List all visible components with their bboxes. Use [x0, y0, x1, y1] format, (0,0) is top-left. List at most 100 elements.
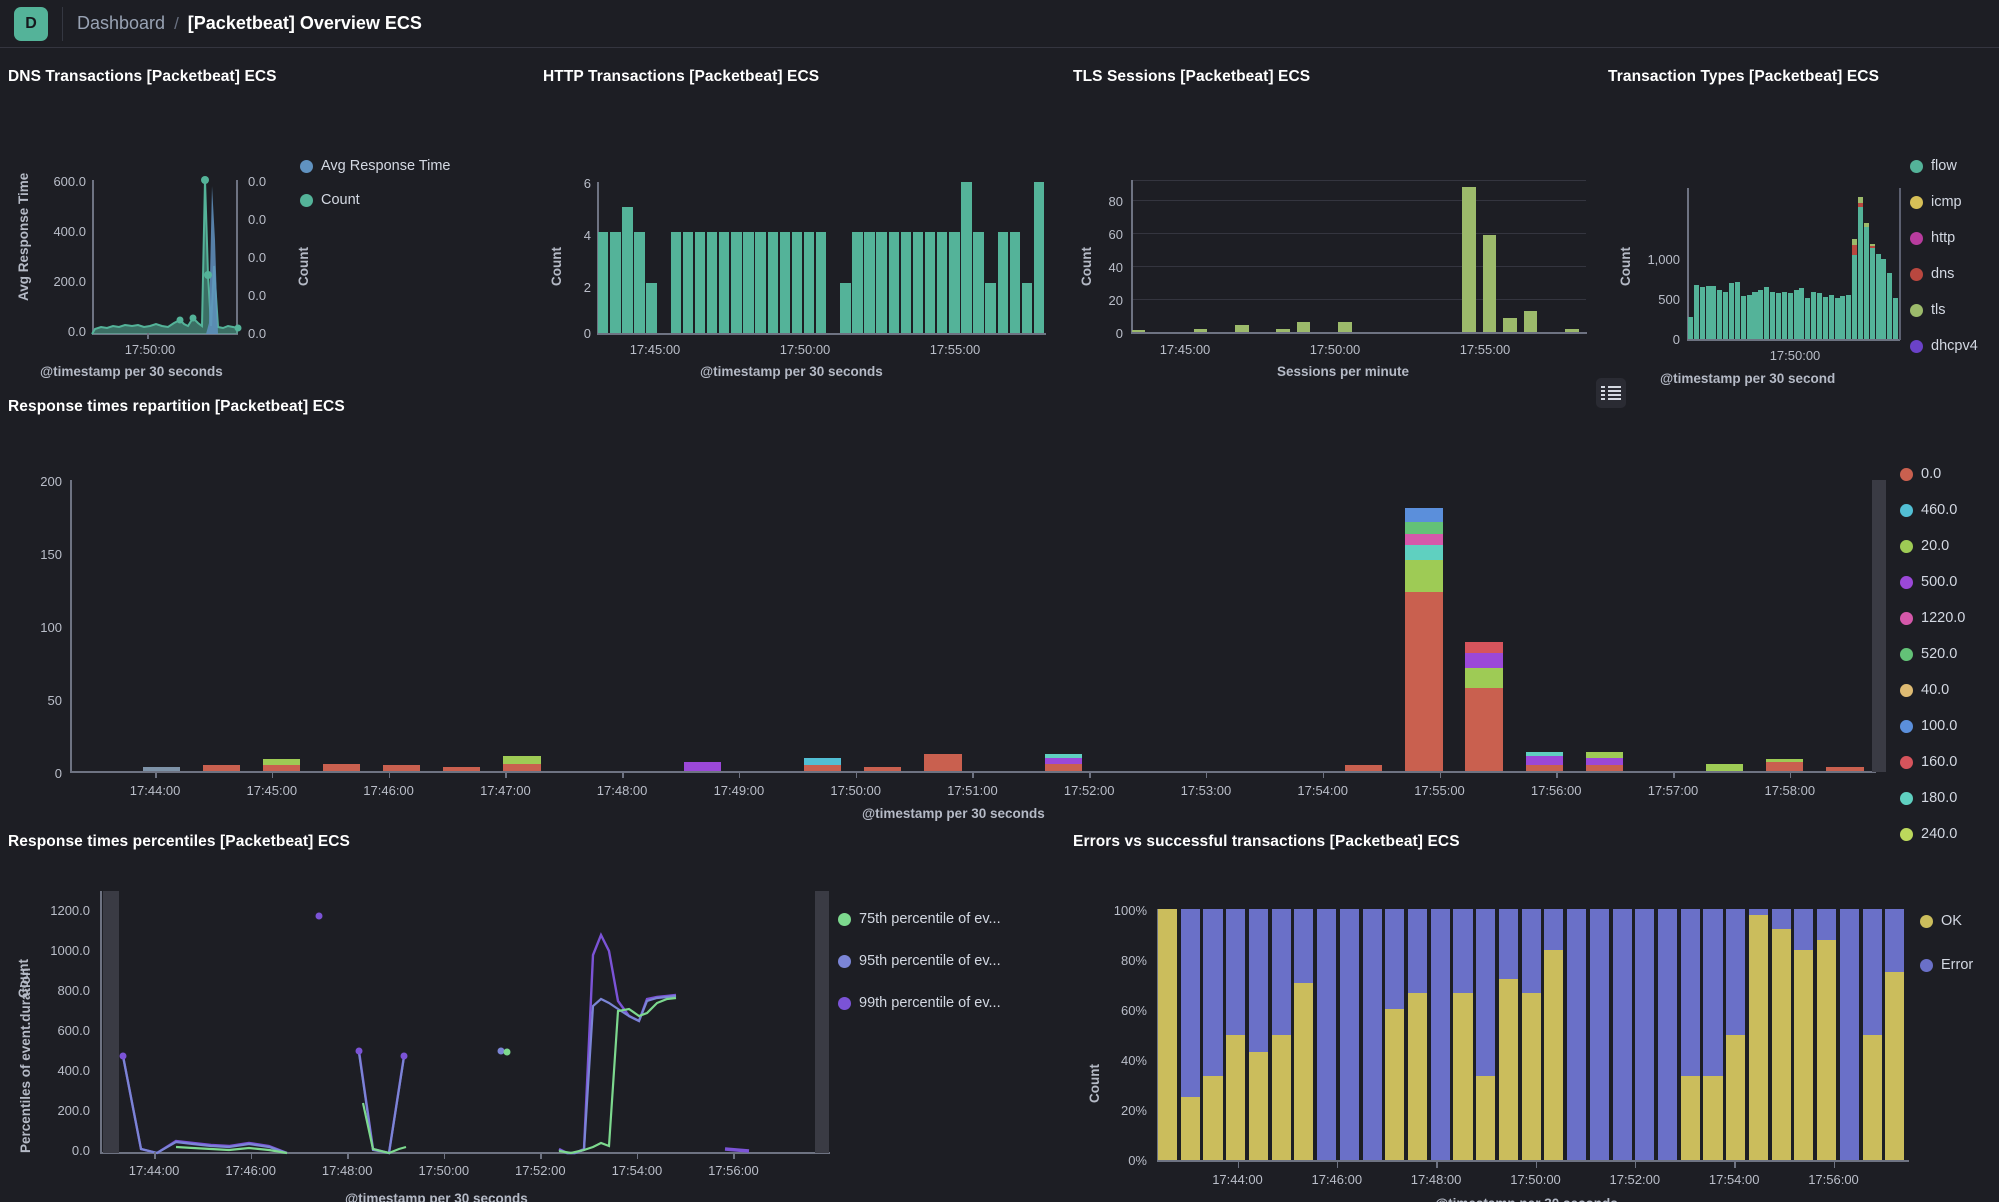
xtick-label: 17:54:00	[1297, 783, 1348, 798]
legend-item-dns[interactable]: dns	[1910, 266, 1978, 282]
bar-segment	[1857, 206, 1863, 339]
bar-segment	[1723, 291, 1729, 339]
ytick-pct-5: 200.0	[57, 1103, 90, 1118]
chart-http[interactable]: Count 6 4 2 0 17:45:00 17:50:00 17:55:00…	[535, 96, 1065, 379]
panel-dns-transactions: DNS Transactions [Packetbeat] ECS Avg Re…	[0, 68, 540, 379]
chart-errors[interactable]: Count 100% 80% 60% 40% 20% 0% 17:44:00 17…	[1065, 863, 1999, 1202]
breadcrumb-dashboard-link[interactable]: Dashboard	[77, 13, 165, 34]
ytick-err-4: 20%	[1120, 1103, 1147, 1118]
legend-item-20-0[interactable]: 20.0	[1900, 538, 1965, 554]
legend-item-0-0[interactable]: 0.0	[1900, 466, 1965, 482]
ytick-pct-2: 800.0	[57, 983, 90, 998]
bar-segment	[1766, 762, 1804, 771]
legend-dot-icon	[1910, 339, 1923, 353]
xtickmark	[1556, 771, 1558, 778]
dashboard-grid: DNS Transactions [Packetbeat] ECS Avg Re…	[0, 48, 1999, 1202]
ytick-dns-left-0: 600.0	[53, 174, 86, 189]
bar-segment-error	[1180, 909, 1200, 1098]
xtick-label: 17:49:00	[713, 783, 765, 798]
header-divider	[62, 6, 63, 41]
bar-segment	[1857, 197, 1863, 203]
legend-item-dns-1[interactable]: Count	[300, 192, 451, 208]
legend-item-error[interactable]: Error	[1920, 957, 1973, 973]
xtick-http-1: 17:50:00	[779, 342, 831, 357]
axis-title-ttypes-x: @timestamp per 30 second	[1660, 371, 1836, 386]
bar-segment-error	[1589, 909, 1609, 1160]
panel-title-http: HTTP Transactions [Packetbeat] ECS	[543, 68, 820, 85]
bar-segment	[1852, 239, 1858, 246]
legend-dot-icon	[838, 912, 851, 926]
errors-bar-series	[1158, 909, 1908, 1160]
legend-item-40-0[interactable]: 40.0	[1900, 682, 1965, 698]
bar-segment-error	[1248, 909, 1268, 1053]
xtickmark	[1205, 771, 1208, 778]
bar	[912, 232, 924, 333]
bar-segment	[1525, 752, 1563, 757]
bar-segment-error	[1476, 909, 1496, 1076]
legend-dot-icon	[1900, 755, 1913, 769]
legend-item-dhcpv4[interactable]: dhcpv4	[1910, 338, 1978, 354]
legend-item-ok[interactable]: OK	[1920, 913, 1973, 929]
chart-dns[interactable]: Avg Response Time Count 600.0 400.0 200.…	[0, 96, 540, 379]
bar	[1462, 186, 1476, 332]
ytick-dns-right-2: 0.0	[248, 250, 267, 265]
bar-segment-error	[1362, 909, 1382, 1160]
legend-item-p75[interactable]: 75th percentile of ev...	[838, 911, 1001, 927]
bar-segment	[1852, 245, 1858, 255]
legend-item-icmp[interactable]: icmp	[1910, 194, 1978, 210]
ytick-ttypes-2: 0	[1672, 332, 1680, 347]
legend-item-520-0[interactable]: 520.0	[1900, 646, 1965, 662]
bar-segment-error	[1430, 909, 1450, 1160]
legend-item-100-0[interactable]: 100.0	[1900, 718, 1965, 734]
legend-item-500-0[interactable]: 500.0	[1900, 574, 1965, 590]
xtickmark	[1535, 1161, 1537, 1168]
bar-segment	[1465, 653, 1503, 668]
legend-label: OK	[1941, 913, 1962, 929]
legend-item-tls[interactable]: tls	[1910, 302, 1978, 318]
bar	[1193, 328, 1208, 332]
ytick-pct-0: 1200.0	[50, 903, 90, 918]
bar	[682, 232, 694, 333]
legend-dot-icon	[300, 159, 313, 173]
axis-title-tls-x: Sessions per minute	[1277, 364, 1410, 379]
legend-item-http[interactable]: http	[1910, 230, 1978, 246]
panel-tls-sessions: TLS Sessions [Packetbeat] ECS Count 80 6…	[1065, 68, 1605, 379]
bar-segment	[1044, 763, 1082, 771]
ytick-dns-left-3: 0.0	[67, 324, 86, 339]
bar-segment-error	[1703, 909, 1723, 1076]
xtickmark	[250, 1152, 253, 1159]
bar-segment	[1826, 766, 1864, 771]
legend-dot-icon	[1900, 611, 1913, 625]
bar-segment	[1734, 281, 1740, 339]
legend-item-p95[interactable]: 95th percentile of ev...	[838, 953, 1001, 969]
ytick-dns-left-2: 200.0	[53, 274, 86, 289]
legend-label: Avg Response Time	[321, 158, 451, 174]
bar	[634, 232, 645, 333]
legend-item-flow[interactable]: flow	[1910, 158, 1978, 174]
app-logo-badge[interactable]: D	[14, 6, 48, 41]
ytick-http-3: 0	[583, 326, 591, 341]
legend-item-160-0[interactable]: 160.0	[1900, 754, 1965, 770]
xtickmark	[271, 771, 274, 778]
legend-item-dns-0[interactable]: Avg Response Time	[300, 158, 451, 174]
legend-item-p99[interactable]: 99th percentile of ev...	[838, 995, 1001, 1011]
chart-tls[interactable]: Count 80 60 40 20 0 17:45:00 17:50:00 17…	[1065, 96, 1605, 379]
chart-percentiles[interactable]: Percentiles of event.duration 1200.0 100…	[0, 863, 1060, 1202]
legend-label: 160.0	[1921, 754, 1958, 770]
axis-title-errors-x: @timestamp per 30 seconds	[1435, 1196, 1618, 1202]
legend-item-460-0[interactable]: 460.0	[1900, 502, 1965, 518]
legend-item-1220-0[interactable]: 1220.0	[1900, 610, 1965, 626]
chart-transaction-types[interactable]: Count 1,000 500 0 17:50:00 @timestamp pe…	[1600, 96, 1999, 386]
legend-item-180-0[interactable]: 180.0	[1900, 790, 1965, 806]
legend-label: 20.0	[1921, 538, 1950, 554]
bar-segment	[1752, 291, 1758, 339]
bar-segment	[1869, 246, 1875, 249]
bar-segment	[1405, 507, 1443, 523]
bar-segment-ok	[1817, 940, 1837, 1160]
axis-ttypes-right-edge	[1899, 188, 1901, 340]
legend-label: 40.0	[1921, 682, 1950, 698]
bar-segment	[1688, 317, 1694, 339]
bar	[1503, 318, 1517, 332]
chart-repartition[interactable]: Count 200 150 100 50 0 17:44:00 17:45:00 1…	[0, 428, 1999, 998]
axis-title-percentiles-x: @timestamp per 30 seconds	[345, 1191, 528, 1202]
